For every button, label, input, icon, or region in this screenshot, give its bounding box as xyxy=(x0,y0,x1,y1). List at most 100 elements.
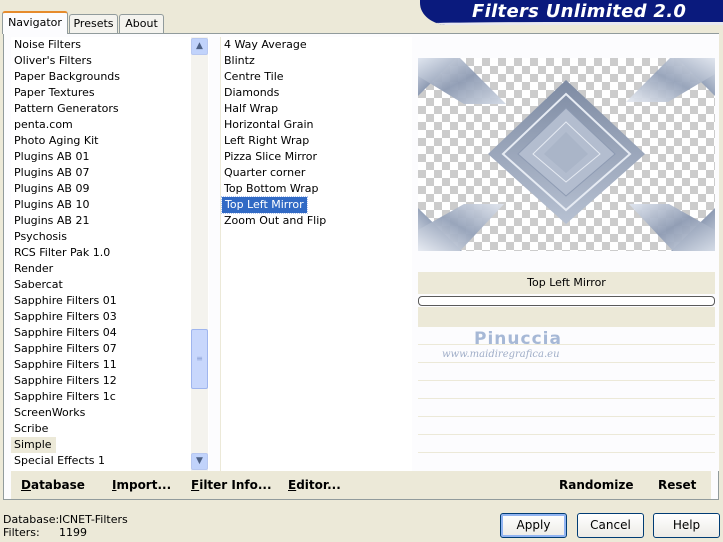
category-item-label: Plugins AB 21 xyxy=(14,214,90,227)
category-item[interactable]: Render xyxy=(11,261,191,277)
filter-item[interactable]: Quarter corner xyxy=(221,165,412,181)
category-item[interactable]: Psychosis xyxy=(11,229,191,245)
category-item-label: ScreenWorks xyxy=(14,406,86,419)
category-item[interactable]: Simple xyxy=(11,437,191,453)
category-item-label: Sapphire Filters 01 xyxy=(14,294,117,307)
tab-navigator[interactable]: Navigator xyxy=(2,11,68,34)
app-title: Filters Unlimited 2.0 xyxy=(472,1,687,22)
category-item-label: Plugins AB 01 xyxy=(14,150,90,163)
scroll-down-button[interactable]: ▼ xyxy=(191,453,208,470)
filter-item-label: Diamonds xyxy=(224,86,280,99)
filter-item[interactable]: Half Wrap xyxy=(221,101,412,117)
category-item[interactable]: Plugins AB 07 xyxy=(11,165,191,181)
filter-item-label: Blintz xyxy=(224,54,255,67)
category-scrollbar[interactable]: ▲ ≡ ▼ xyxy=(191,37,208,471)
database-value: ICNET-Filters xyxy=(59,513,128,526)
filter-item-label: Pizza Slice Mirror xyxy=(224,150,318,163)
category-item[interactable]: Plugins AB 01 xyxy=(11,149,191,165)
category-item[interactable]: Sapphire Filters 11 xyxy=(11,357,191,373)
settings-row xyxy=(418,417,715,435)
import-button[interactable]: Import... xyxy=(112,471,171,499)
filter-item-label: Centre Tile xyxy=(224,70,284,83)
preview-pane: Top Left Mirror Pinuccia www.maidiregraf… xyxy=(416,34,719,471)
category-item-label: Plugins AB 09 xyxy=(14,182,90,195)
database-label: Database: xyxy=(3,513,60,526)
filters-label: Filters: xyxy=(3,526,40,539)
category-item-label: Photo Aging Kit xyxy=(14,134,99,147)
category-item-label: Paper Textures xyxy=(14,86,95,99)
category-item[interactable]: Scribe xyxy=(11,421,191,437)
filter-item[interactable]: Top Bottom Wrap xyxy=(221,181,412,197)
category-item-label: penta.com xyxy=(14,118,73,131)
category-item-label: Render xyxy=(14,262,54,275)
category-item[interactable]: Plugins AB 10 xyxy=(11,197,191,213)
filter-item[interactable]: Diamonds xyxy=(221,85,412,101)
filters-count: 1199 xyxy=(59,526,87,539)
filter-item[interactable]: Blintz xyxy=(221,53,412,69)
category-item[interactable]: Plugins AB 09 xyxy=(11,181,191,197)
category-item[interactable]: Paper Backgrounds xyxy=(11,69,191,85)
category-item[interactable]: Photo Aging Kit xyxy=(11,133,191,149)
category-item-label: Sabercat xyxy=(14,278,63,291)
category-item-label: Oliver's Filters xyxy=(14,54,92,67)
preview-separator xyxy=(418,307,715,327)
category-item[interactable]: Oliver's Filters xyxy=(11,53,191,69)
category-item[interactable]: Sapphire Filters 07 xyxy=(11,341,191,357)
category-item-label: Simple xyxy=(11,437,56,453)
settings-area: Pinuccia www.maidiregrafica.eu xyxy=(418,327,715,471)
category-item[interactable]: Pattern Generators xyxy=(11,101,191,117)
filter-item[interactable]: Left Right Wrap xyxy=(221,133,412,149)
editor-button[interactable]: Editor... xyxy=(288,471,341,499)
category-item[interactable]: Noise Filters xyxy=(11,37,191,53)
category-item-label: Plugins AB 07 xyxy=(14,166,90,179)
scroll-thumb[interactable]: ≡ xyxy=(191,329,208,389)
category-item-label: Pattern Generators xyxy=(14,102,119,115)
category-item[interactable]: Sapphire Filters 04 xyxy=(11,325,191,341)
category-item[interactable]: penta.com xyxy=(11,117,191,133)
settings-row xyxy=(418,327,715,345)
category-item-label: Paper Backgrounds xyxy=(14,70,121,83)
category-item-label: Plugins AB 10 xyxy=(14,198,90,211)
filter-item-label: Half Wrap xyxy=(224,102,279,115)
apply-button[interactable]: Apply xyxy=(500,513,567,538)
category-item[interactable]: Sapphire Filters 01 xyxy=(11,293,191,309)
category-item[interactable]: Special Effects 1 xyxy=(11,453,191,469)
reset-button[interactable]: Reset xyxy=(658,471,696,499)
category-item[interactable]: Sapphire Filters 1c xyxy=(11,389,191,405)
tab-presets[interactable]: Presets xyxy=(69,14,118,33)
randomize-button[interactable]: Randomize xyxy=(559,471,633,499)
filter-item[interactable]: 4 Way Average xyxy=(221,37,412,53)
filter-item[interactable]: Pizza Slice Mirror xyxy=(221,149,412,165)
help-button[interactable]: Help xyxy=(653,513,720,538)
filter-item-label: Top Left Mirror xyxy=(221,196,308,214)
category-items: Noise Filters Oliver's Filters Paper Backg… xyxy=(11,37,191,469)
filter-item-label: Zoom Out and Flip xyxy=(224,214,327,227)
filter-item[interactable]: Centre Tile xyxy=(221,69,412,85)
category-item-label: Sapphire Filters 07 xyxy=(14,342,117,355)
category-item[interactable]: Paper Textures xyxy=(11,85,191,101)
filter-list[interactable]: 4 Way Average Blintz Centre Tile Diamonds Ha… xyxy=(220,37,412,471)
category-item-label: Special Effects 1 xyxy=(14,454,106,467)
filter-info-button[interactable]: Filter Info... xyxy=(191,471,272,499)
filter-item-label: 4 Way Average xyxy=(224,38,307,51)
category-item-label: RCS Filter Pak 1.0 xyxy=(14,246,111,259)
category-item[interactable]: Sapphire Filters 12 xyxy=(11,373,191,389)
filter-item[interactable]: Top Left Mirror xyxy=(221,196,412,214)
database-button[interactable]: Database xyxy=(21,471,85,499)
category-list[interactable]: Noise Filters Oliver's Filters Paper Backg… xyxy=(11,37,209,471)
navigator-panel: Noise Filters Oliver's Filters Paper Backg… xyxy=(3,33,719,500)
settings-row xyxy=(418,345,715,363)
filter-item[interactable]: Horizontal Grain xyxy=(221,117,412,133)
category-item[interactable]: Sabercat xyxy=(11,277,191,293)
settings-row xyxy=(418,399,715,417)
filter-item-label: Left Right Wrap xyxy=(224,134,310,147)
tab-about[interactable]: About xyxy=(119,14,164,33)
filter-item[interactable]: Zoom Out and Flip xyxy=(221,213,412,229)
category-item[interactable]: RCS Filter Pak 1.0 xyxy=(11,245,191,261)
category-item[interactable]: Plugins AB 21 xyxy=(11,213,191,229)
category-item[interactable]: Sapphire Filters 03 xyxy=(11,309,191,325)
category-item[interactable]: ScreenWorks xyxy=(11,405,191,421)
scroll-up-button[interactable]: ▲ xyxy=(191,38,208,55)
preview-graphic xyxy=(418,58,715,251)
cancel-button[interactable]: Cancel xyxy=(577,513,644,538)
